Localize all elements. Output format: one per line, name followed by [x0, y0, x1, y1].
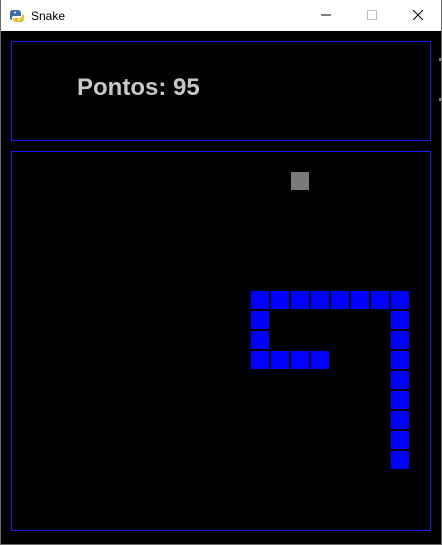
snake-segment: [291, 291, 309, 309]
snake-segment: [331, 291, 349, 309]
snake-segment: [311, 351, 329, 369]
game-board[interactable]: [11, 151, 431, 531]
snake-segment: [371, 291, 389, 309]
close-icon: [413, 10, 423, 20]
snake-segment: [391, 371, 409, 389]
snake-segment: [391, 291, 409, 309]
snake-segment: [251, 291, 269, 309]
close-button[interactable]: [395, 0, 441, 31]
game-window: Snake Pontos: 95: [0, 0, 442, 545]
maximize-icon: [367, 10, 377, 20]
window-title: Snake: [31, 9, 66, 23]
maximize-button[interactable]: [349, 0, 395, 31]
snake-segment: [391, 451, 409, 469]
score-display: Pontos: 95: [77, 74, 200, 101]
snake-segment: [291, 351, 309, 369]
minimize-button[interactable]: [303, 0, 349, 31]
snake-segment: [391, 331, 409, 349]
food-item: [291, 172, 309, 190]
snake-segment: [351, 291, 369, 309]
snake-segment: [391, 411, 409, 429]
python-snake-icon: [9, 8, 25, 24]
title-bar[interactable]: Snake: [1, 0, 441, 31]
snake-segment: [271, 351, 289, 369]
snake-segment: [391, 351, 409, 369]
game-canvas: [251, 172, 409, 469]
minimize-icon: [321, 14, 331, 16]
snake-segment: [271, 291, 289, 309]
score-panel: Pontos: 95: [11, 41, 431, 141]
snake-segment: [391, 391, 409, 409]
snake-segment: [251, 331, 269, 349]
snake-segment: [311, 291, 329, 309]
snake-segment: [251, 311, 269, 329]
snake-segment: [391, 311, 409, 329]
snake-segment: [391, 431, 409, 449]
snake-segment: [251, 351, 269, 369]
